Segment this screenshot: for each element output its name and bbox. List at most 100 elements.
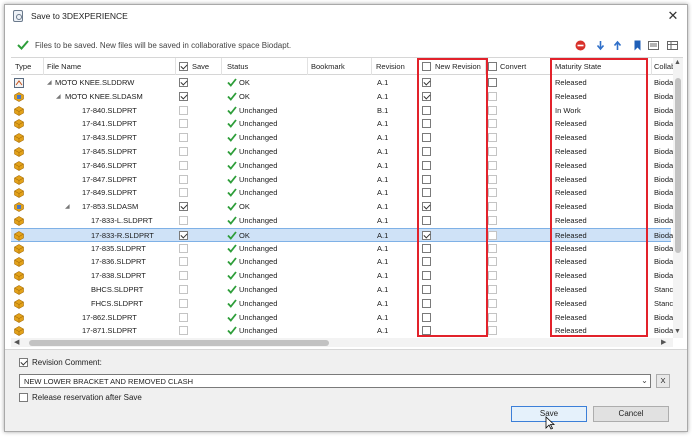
convert-checkbox[interactable] [488,160,497,170]
list-view-icon[interactable] [648,40,659,51]
save-checkbox[interactable] [179,78,188,87]
convert-checkbox[interactable] [488,216,497,225]
tree-expander-icon[interactable]: ◢ [56,93,61,100]
save-checkbox[interactable] [179,174,188,184]
new-revision-checkbox[interactable] [422,78,431,87]
table-row[interactable]: 17-849.SLDPRT Unchanged A.1 Released Bioda [11,186,673,200]
table-row[interactable]: 17-862.SLDPRT Unchanged A.1 Released Bioda [11,311,673,325]
new-revision-checkbox[interactable] [422,133,431,143]
new-revision-checkbox[interactable] [422,119,431,129]
col-bookmark[interactable]: Bookmark [311,62,345,71]
table-row[interactable]: 17-841.SLDPRT Unchanged A.1 Released Bioda [11,117,673,131]
table-row[interactable]: 17-833-R.SLDPRT OK A.1 Released Bioda [11,227,673,242]
save-checkbox[interactable] [179,119,188,129]
new-revision-checkbox[interactable] [422,174,431,184]
new-revision-checkbox[interactable] [422,216,431,225]
convert-checkbox[interactable] [488,91,497,101]
table-row[interactable]: ◢ MOTO KNEE.SLDASM OK A.1 Released Bioda [11,90,673,104]
convert-checkbox[interactable] [488,147,497,156]
cancel-button[interactable]: Cancel [593,406,669,422]
col-file-name[interactable]: File Name [47,62,81,71]
tree-expander-icon[interactable]: ◢ [47,79,52,86]
new-revision-checkbox[interactable] [422,271,431,281]
new-revision-checkbox[interactable] [422,105,431,115]
col-maturity-state[interactable]: Maturity State [555,62,601,71]
save-checkbox[interactable] [179,91,188,101]
save-checkbox[interactable] [179,257,188,267]
bookmark-icon[interactable] [632,40,643,51]
horizontal-scroll-thumb[interactable] [29,340,329,346]
convert-checkbox[interactable] [488,230,497,240]
col-revision[interactable]: Revision [376,62,405,71]
table-view-icon[interactable] [667,40,678,51]
vertical-scroll-thumb[interactable] [675,78,681,253]
save-checkbox[interactable] [179,216,188,225]
convert-checkbox[interactable] [488,312,497,322]
table-row[interactable]: ◢ MOTO KNEE.SLDDRW OK A.1 Released Bioda [11,76,673,90]
save-checkbox[interactable] [179,298,188,308]
convert-checkbox[interactable] [488,188,497,198]
no-entry-icon[interactable] [575,40,586,51]
new-revision-all-checkbox[interactable] [422,62,431,71]
new-revision-checkbox[interactable] [422,230,431,240]
convert-checkbox[interactable] [488,105,497,115]
convert-checkbox[interactable] [488,119,497,129]
convert-checkbox[interactable] [488,243,497,253]
new-revision-checkbox[interactable] [422,160,431,170]
convert-checkbox[interactable] [488,78,497,87]
table-row[interactable]: 17-847.SLDPRT Unchanged A.1 Released Bioda [11,173,673,187]
save-checkbox[interactable] [179,230,188,240]
arrow-down-icon[interactable] [595,40,606,51]
new-revision-checkbox[interactable] [422,243,431,253]
chevron-down-icon[interactable]: ⌄ [638,374,651,388]
new-revision-checkbox[interactable] [422,147,431,156]
new-revision-checkbox[interactable] [422,202,431,212]
new-revision-checkbox[interactable] [422,312,431,322]
table-row[interactable]: 17-871.SLDPRT Unchanged A.1 Released Bioda [11,324,673,338]
revision-comment-input[interactable] [19,374,651,388]
table-row[interactable]: 17-835.SLDPRT Unchanged A.1 Released Bioda [11,242,673,256]
new-revision-checkbox[interactable] [422,298,431,308]
new-revision-checkbox[interactable] [422,326,431,336]
table-row[interactable]: 17-845.SLDPRT Unchanged A.1 Released Bioda [11,145,673,159]
convert-checkbox[interactable] [488,285,497,294]
table-row[interactable]: 17-846.SLDPRT Unchanged A.1 Released Bioda [11,159,673,173]
convert-checkbox[interactable] [488,271,497,281]
convert-checkbox[interactable] [488,326,497,336]
save-all-checkbox[interactable] [179,62,188,71]
new-revision-checkbox[interactable] [422,257,431,267]
tree-expander-icon[interactable]: ◢ [65,203,70,210]
table-row[interactable]: 17-840.SLDPRT Unchanged B.1 In Work Bioda [11,104,673,118]
table-row[interactable]: 17-838.SLDPRT Unchanged A.1 Released Bioda [11,269,673,283]
convert-checkbox[interactable] [488,202,497,212]
save-checkbox[interactable] [179,312,188,322]
save-checkbox[interactable] [179,285,188,294]
convert-all-checkbox[interactable] [488,62,497,71]
col-save[interactable]: Save [192,62,209,71]
save-checkbox[interactable] [179,188,188,198]
table-row[interactable]: FHCS.SLDPRT Unchanged A.1 Released Stanc [11,297,673,311]
scroll-left-icon[interactable]: ◀ [14,338,19,346]
scroll-up-icon[interactable]: ▲ [674,59,681,66]
scroll-down-icon[interactable]: ▼ [674,328,681,335]
horizontal-scrollbar[interactable]: ◀ ▶ [11,338,673,347]
table-row[interactable]: BHCS.SLDPRT Unchanged A.1 Released Stanc [11,283,673,297]
new-revision-checkbox[interactable] [422,285,431,294]
vertical-scrollbar[interactable]: ▲ ▼ [673,58,683,338]
table-row[interactable]: 17-843.SLDPRT Unchanged A.1 Released Bioda [11,131,673,145]
release-reservation-checkbox[interactable] [19,393,28,402]
convert-checkbox[interactable] [488,257,497,267]
table-row[interactable]: ◢ 17-853.SLDASM OK A.1 Released Bioda [11,200,673,214]
convert-checkbox[interactable] [488,174,497,184]
table-row[interactable]: 17-836.SLDPRT Unchanged A.1 Released Bioda [11,255,673,269]
save-checkbox[interactable] [179,160,188,170]
save-checkbox[interactable] [179,147,188,156]
col-type[interactable]: Type [15,62,31,71]
save-checkbox[interactable] [179,202,188,212]
revision-comment-checkbox[interactable] [19,358,28,367]
save-checkbox[interactable] [179,133,188,143]
arrow-up-icon[interactable] [612,40,623,51]
convert-checkbox[interactable] [488,133,497,143]
col-new-revision[interactable]: New Revision [435,62,481,71]
new-revision-checkbox[interactable] [422,91,431,101]
